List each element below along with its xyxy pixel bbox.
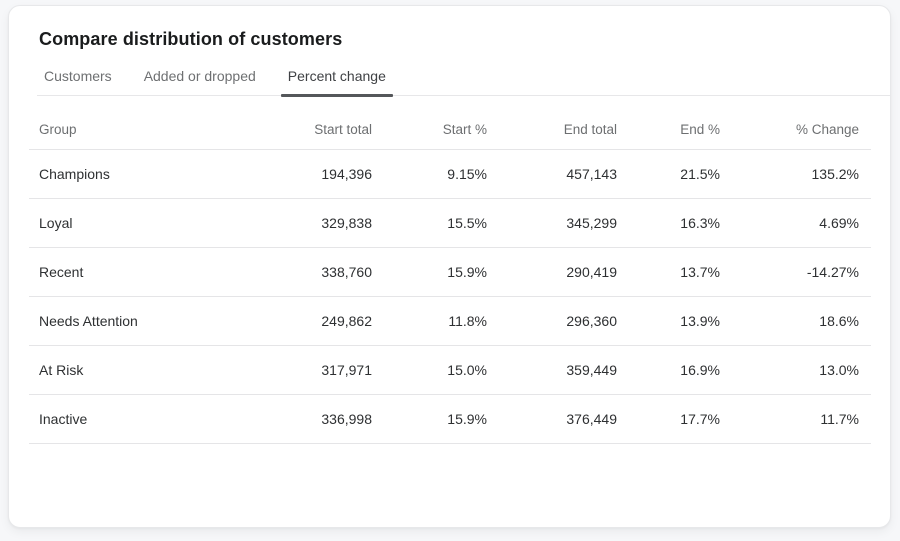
cell-start-total: 338,760 [259,248,384,297]
compare-distribution-card: Compare distribution of customers Custom… [8,5,891,528]
cell-start-pct: 11.8% [384,297,499,346]
tab-percent-change[interactable]: Percent change [281,60,393,96]
cell-group: Inactive [29,395,259,444]
column-header-end-pct: End % [629,120,732,150]
column-header-pct-change: % Change [732,120,871,150]
table-row: Champions 194,396 9.15% 457,143 21.5% 13… [29,150,871,199]
cell-end-pct: 17.7% [629,395,732,444]
cell-pct-change: 13.0% [732,346,871,395]
cell-end-pct: 21.5% [629,150,732,199]
cell-group: Recent [29,248,259,297]
cell-start-pct: 15.9% [384,395,499,444]
cell-start-total: 249,862 [259,297,384,346]
table-row: Inactive 336,998 15.9% 376,449 17.7% 11.… [29,395,871,444]
cell-pct-change: 4.69% [732,199,871,248]
column-header-start-total: Start total [259,120,384,150]
cell-start-pct: 15.0% [384,346,499,395]
cell-end-total: 359,449 [499,346,629,395]
cell-pct-change: -14.27% [732,248,871,297]
cell-end-pct: 16.3% [629,199,732,248]
cell-end-total: 376,449 [499,395,629,444]
column-header-end-total: End total [499,120,629,150]
cell-end-total: 290,419 [499,248,629,297]
cell-start-total: 194,396 [259,150,384,199]
cell-group: Loyal [29,199,259,248]
tab-customers[interactable]: Customers [37,60,119,96]
cell-end-pct: 16.9% [629,346,732,395]
cell-end-total: 457,143 [499,150,629,199]
cell-pct-change: 18.6% [732,297,871,346]
tab-bar: Customers Added or dropped Percent chang… [37,60,890,96]
cell-start-total: 329,838 [259,199,384,248]
cell-end-pct: 13.7% [629,248,732,297]
tab-added-or-dropped[interactable]: Added or dropped [137,60,263,96]
column-header-start-pct: Start % [384,120,499,150]
cell-group: Needs Attention [29,297,259,346]
column-header-group: Group [29,120,259,150]
page-title: Compare distribution of customers [39,29,860,50]
cell-start-pct: 15.5% [384,199,499,248]
table-row: Needs Attention 249,862 11.8% 296,360 13… [29,297,871,346]
cell-end-total: 296,360 [499,297,629,346]
cell-start-total: 317,971 [259,346,384,395]
cell-start-pct: 9.15% [384,150,499,199]
table-row: Loyal 329,838 15.5% 345,299 16.3% 4.69% [29,199,871,248]
table-header-row: Group Start total Start % End total End … [29,120,871,150]
cell-start-pct: 15.9% [384,248,499,297]
cell-group: At Risk [29,346,259,395]
cell-start-total: 336,998 [259,395,384,444]
cell-group: Champions [29,150,259,199]
table-row: Recent 338,760 15.9% 290,419 13.7% -14.2… [29,248,871,297]
comparison-table-container: Group Start total Start % End total End … [29,120,869,444]
cell-end-total: 345,299 [499,199,629,248]
cell-pct-change: 11.7% [732,395,871,444]
cell-pct-change: 135.2% [732,150,871,199]
cell-end-pct: 13.9% [629,297,732,346]
table-row: At Risk 317,971 15.0% 359,449 16.9% 13.0… [29,346,871,395]
comparison-table: Group Start total Start % End total End … [29,120,871,444]
